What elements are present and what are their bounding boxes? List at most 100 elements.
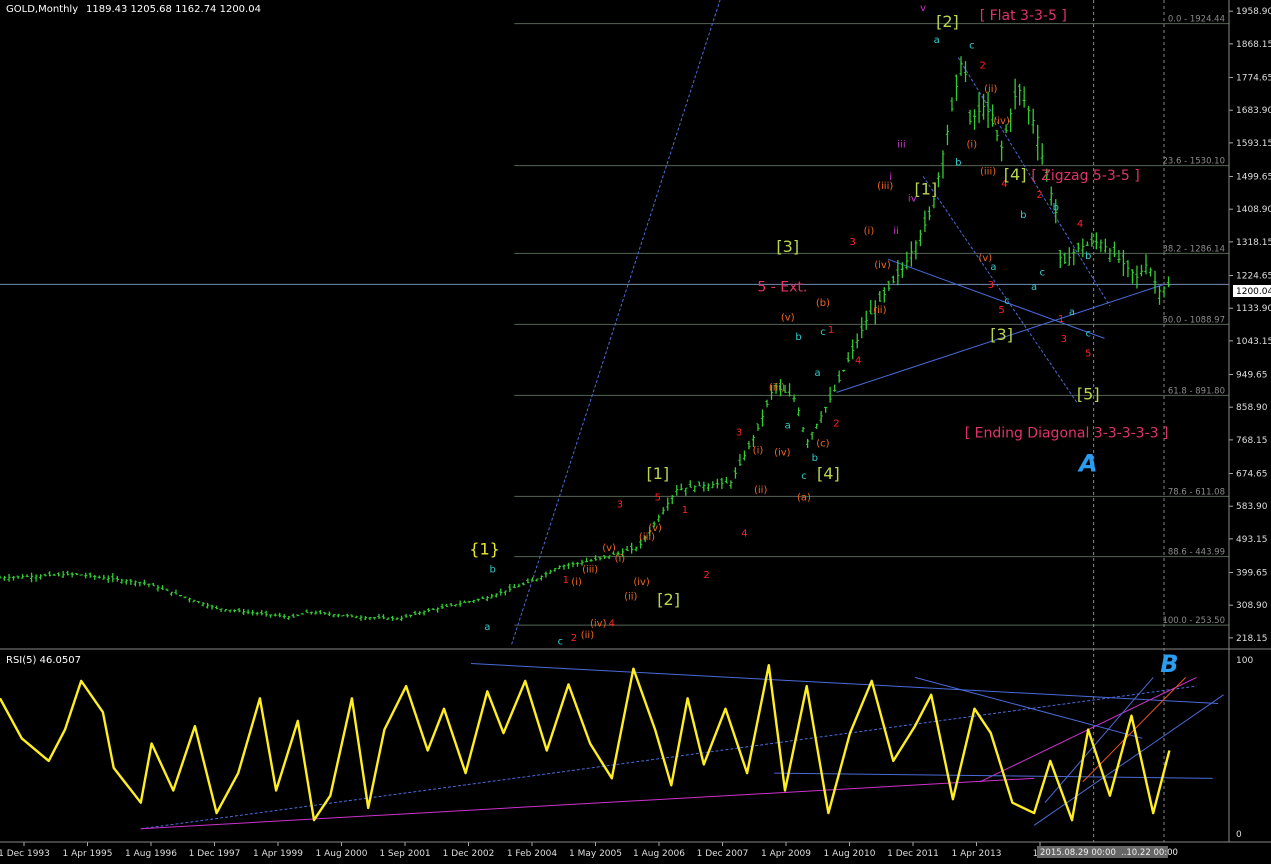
wave-label: 2 [979,60,985,71]
wave-label: b [1020,210,1026,221]
wave-label: [2] [657,590,680,609]
fib-level-label: 23.6 - 1530.10 [1162,157,1225,167]
wave-label: (c) [816,438,829,449]
wave-label: a [1069,307,1075,318]
wave-label: 3 [1061,334,1067,345]
wave-label: 5 [655,492,661,503]
time-tick-label: 1 Apr 1999 [253,849,303,859]
wave-label: 1 [563,575,569,586]
time-tick-label: 1 Dec 2002 [443,849,495,859]
time-tick-label: 1 Apr 1995 [63,849,113,859]
wave-label: iii [897,140,905,151]
wave-label: (ii) [984,84,997,95]
wave-label: (i) [864,226,875,237]
rsi-axis-label: 0 [1236,830,1242,840]
wave-label: [4] [1004,165,1027,184]
wave-label: c [820,327,826,338]
wave-label: a [814,368,820,379]
ohlc-readout: 1189.43 1205.68 1162.74 1200.04 [86,4,261,15]
wave-label: [1] [646,464,669,483]
wave-label: v [920,3,926,14]
price-tick-label: 399.65 [1236,569,1268,579]
price-tick-label: 1408.90 [1236,205,1271,215]
price-tick-label: 858.90 [1236,403,1268,413]
price-tick-label: 1683.90 [1236,106,1271,116]
wave-label: (iii) [582,564,598,575]
wave-label: (iii) [769,383,785,394]
wave-label: 1 [1058,314,1064,325]
wave-label: (ii) [624,591,637,602]
wave-label: (ii) [754,485,767,496]
fib-level-label: 61.8 - 891.80 [1168,386,1225,396]
time-tick-label: 1 Dec 2011 [887,849,939,859]
wave-label: [ Flat 3-3-5 ] [980,8,1067,24]
pattern-marker: B [1160,650,1178,678]
wave-label: c [558,636,564,647]
wave-label: c [1085,329,1091,340]
future-time-label: 2015.08.29 00:00 [1040,848,1116,858]
symbol-title: GOLD,Monthly [6,4,78,15]
wave-label: 5 - Ext. [757,280,807,296]
wave-label: (b) [816,298,830,309]
wave-label: [2] [936,12,959,31]
wave-label: b [1053,203,1059,214]
wave-label: (iv) [993,116,1010,127]
wave-label: 5 [1085,348,1091,359]
wave-label: 4 [855,356,861,367]
wave-label: a [484,622,490,633]
wave-label: (iv) [590,618,607,629]
wave-label: 4 [609,618,615,629]
wave-label: b [812,453,818,464]
wave-label: 2 [703,570,709,581]
time-tick-label: 1 Dec 1993 [0,849,50,859]
rsi-title: RSI(5) 46.0507 [6,655,81,666]
fib-level-label: 50.0 - 1088.97 [1162,315,1225,325]
wave-label: (v) [781,312,795,323]
wave-label: 1 [682,505,688,516]
wave-label: (i) [753,446,764,457]
time-tick-label: 1 Dec 1997 [189,849,241,859]
wave-label: (v) [602,543,616,554]
wave-label: ii [893,226,899,237]
wave-label: (iii) [980,167,996,178]
wave-label: 3 [988,280,994,291]
wave-label: 1 [828,325,834,336]
wave-label: (i) [967,140,978,151]
wave-label: (ii) [873,305,886,316]
price-tick-label: 674.65 [1236,470,1268,480]
price-tick-label: 1593.15 [1236,139,1271,149]
wave-label: 2 [833,419,839,430]
wave-label: (iv) [633,577,650,588]
last-price-label: 1200.04 [1236,287,1271,297]
wave-label: [ Ending Diagonal 3-3-3-3-3 ] [965,425,1169,441]
price-tick-label: 1043.15 [1236,337,1271,347]
wave-label: c [801,471,807,482]
wave-label: [ Zigzag 5-3-5 ] [1031,168,1139,184]
wave-label: [3] [776,237,799,256]
price-tick-label: 1499.65 [1236,173,1271,183]
wave-label: 2 [1036,190,1042,201]
wave-label: a [934,35,940,46]
time-tick-label: 1 Apr 2009 [761,849,811,859]
rsi-axis-label: 100 [1236,656,1253,666]
wave-label: b [795,332,801,343]
time-tick-label: 1 Dec 2007 [697,849,749,859]
fib-level-label: 88.6 - 443.99 [1168,548,1225,558]
wave-label: [1] [914,179,937,198]
price-tick-label: 1958.90 [1236,7,1271,17]
gold-monthly-chart[interactable]: 0.0 - 1924.44 23.6 - 1530.10 38.2 - 1286.1… [0,0,1271,864]
time-tick-label: 1 Aug 2010 [824,849,876,859]
time-tick-label: 1 May 2005 [569,849,622,859]
price-tick-label: 1868.15 [1236,40,1271,50]
price-tick-label: 308.90 [1236,601,1268,611]
future-time-label: ..10.22 00:00 [1121,848,1178,858]
wave-label: (i) [615,554,626,565]
wave-label: b [955,158,961,169]
fib-level-label: 38.2 - 1286.14 [1162,244,1225,254]
wave-label: (iv) [774,447,791,458]
wave-label: [4] [817,464,840,483]
wave-label: c [1004,296,1010,307]
price-tick-label: 1224.65 [1236,272,1271,282]
time-tick-label: 1 Aug 1996 [125,849,177,859]
pattern-marker: A [1077,450,1098,478]
